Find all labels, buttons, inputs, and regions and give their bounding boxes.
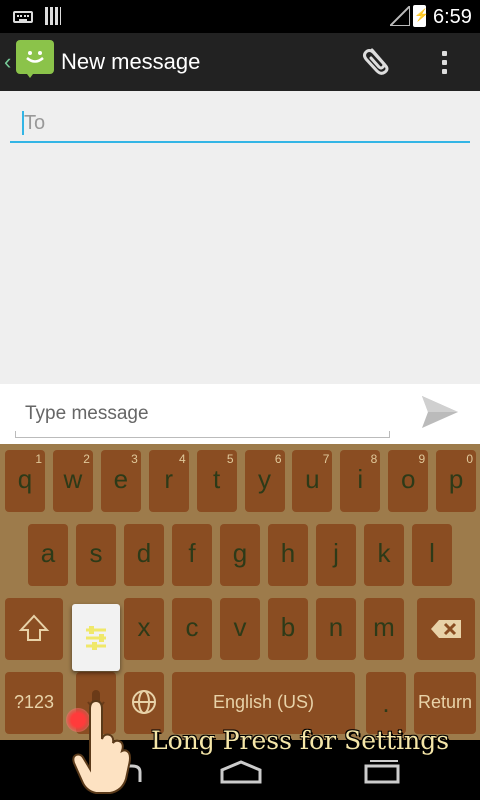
status-bar: 6:59 bbox=[0, 0, 480, 33]
key-s[interactable]: s bbox=[76, 524, 116, 586]
key-k-label: k bbox=[377, 538, 391, 568]
key-t-label: t bbox=[212, 464, 221, 494]
key-j-label: j bbox=[333, 538, 339, 568]
key-h[interactable]: h bbox=[268, 524, 308, 586]
symbols-key[interactable]: ?123 bbox=[5, 672, 63, 734]
key-c[interactable]: c bbox=[172, 598, 212, 660]
period-key[interactable]: . bbox=[366, 672, 406, 734]
key-k[interactable]: k bbox=[364, 524, 404, 586]
key-x[interactable]: x bbox=[124, 598, 164, 660]
key-q[interactable]: q1 bbox=[5, 450, 45, 512]
key-w-label: w bbox=[63, 464, 83, 494]
smiley-icon bbox=[26, 51, 44, 63]
key-j[interactable]: j bbox=[316, 524, 356, 586]
send-icon[interactable] bbox=[418, 392, 462, 432]
key-n-label: n bbox=[328, 612, 344, 642]
delete-key[interactable] bbox=[417, 598, 475, 660]
key-l-label: l bbox=[429, 538, 435, 568]
key-f[interactable]: f bbox=[172, 524, 212, 586]
keyboard-notification-icon bbox=[13, 11, 33, 23]
return-key-label: Return bbox=[417, 692, 473, 712]
key-o[interactable]: o9 bbox=[388, 450, 429, 512]
key-h-label: h bbox=[280, 538, 296, 568]
recipient-placeholder: To bbox=[24, 112, 46, 134]
key-g-label: g bbox=[232, 538, 248, 568]
space-key-label: English (US) bbox=[212, 692, 315, 712]
key-t-number-hint: 5 bbox=[226, 452, 234, 466]
key-y-label: y bbox=[258, 464, 271, 494]
barcode-notification-icon bbox=[45, 7, 61, 25]
key-i-label: i bbox=[357, 464, 364, 494]
key-y-number-hint: 6 bbox=[274, 452, 282, 466]
key-a[interactable]: a bbox=[28, 524, 68, 586]
key-d-label: d bbox=[136, 538, 152, 568]
nav-recents-icon[interactable] bbox=[362, 758, 402, 784]
key-r-label: r bbox=[164, 464, 174, 494]
key-o-label: o bbox=[400, 464, 416, 494]
attach-icon[interactable] bbox=[358, 44, 394, 80]
key-m[interactable]: m bbox=[364, 598, 404, 660]
key-u[interactable]: u7 bbox=[292, 450, 333, 512]
battery-icon bbox=[413, 5, 429, 27]
key-w[interactable]: w2 bbox=[52, 450, 93, 512]
key-u-label: u bbox=[305, 464, 320, 494]
key-i[interactable]: i8 bbox=[340, 450, 381, 512]
key-w-number-hint: 2 bbox=[83, 452, 90, 466]
shift-icon bbox=[18, 614, 50, 641]
pointing-hand-icon bbox=[72, 699, 131, 794]
overflow-menu-icon[interactable] bbox=[430, 43, 460, 81]
clock: 6:59 bbox=[433, 6, 472, 28]
page-title: New message bbox=[61, 49, 201, 74]
key-t[interactable]: t5 bbox=[196, 450, 237, 512]
action-bar: ‹ New message bbox=[0, 33, 480, 91]
soft-keyboard: q 1 w 2 e 3 r 4 t 5 y 6 u 7 i 8 o 9 p 0 a s d f g h j k l x c v b n m ?123 E… bbox=[0, 444, 480, 740]
key-y[interactable]: y6 bbox=[244, 450, 285, 512]
key-e-label: e bbox=[113, 464, 129, 494]
key-s-label: s bbox=[89, 538, 103, 568]
key-p[interactable]: p0 bbox=[436, 450, 477, 512]
space-key[interactable]: English (US) bbox=[172, 672, 355, 734]
key-c-label: c bbox=[185, 612, 199, 642]
key-e-number-hint: 3 bbox=[131, 452, 138, 466]
key-q-number-hint: 1 bbox=[35, 452, 42, 466]
recipient-field[interactable]: To bbox=[10, 103, 470, 143]
key-g[interactable]: g bbox=[220, 524, 260, 586]
symbols-key-label: ?123 bbox=[13, 692, 55, 712]
period-key-label: . bbox=[382, 688, 390, 718]
key-n[interactable]: n bbox=[316, 598, 356, 660]
key-u-number-hint: 7 bbox=[322, 452, 330, 466]
compose-area: To bbox=[0, 91, 480, 384]
key-r-number-hint: 4 bbox=[179, 452, 186, 466]
key-e[interactable]: e3 bbox=[100, 450, 141, 512]
message-row: Type message bbox=[0, 384, 480, 444]
key-o-number-hint: 9 bbox=[418, 452, 426, 466]
nav-home-icon[interactable] bbox=[218, 760, 264, 784]
message-placeholder: Type message bbox=[25, 403, 149, 424]
key-f-label: f bbox=[188, 538, 196, 568]
message-input[interactable]: Type message bbox=[15, 394, 390, 438]
key-b[interactable]: b bbox=[268, 598, 308, 660]
backspace-icon bbox=[431, 620, 461, 638]
back-chevron-icon[interactable]: ‹ bbox=[4, 49, 11, 75]
key-v-label: v bbox=[233, 612, 247, 642]
key-a-label: a bbox=[40, 538, 56, 568]
key-l[interactable]: l bbox=[412, 524, 452, 586]
key-p-number-hint: 0 bbox=[466, 452, 474, 466]
messaging-app-icon[interactable] bbox=[16, 40, 54, 78]
signal-icon bbox=[390, 6, 410, 26]
shift-key[interactable] bbox=[5, 598, 63, 660]
return-key[interactable]: Return bbox=[414, 672, 476, 734]
key-m-label: m bbox=[373, 612, 395, 642]
long-press-hint: Long Press for Settings bbox=[151, 726, 450, 755]
settings-key-popup[interactable] bbox=[72, 604, 120, 671]
key-r[interactable]: r4 bbox=[148, 450, 189, 512]
key-i-number-hint: 8 bbox=[370, 452, 378, 466]
key-b-label: b bbox=[280, 612, 296, 642]
settings-sliders-icon bbox=[86, 626, 106, 650]
key-q-label: q bbox=[17, 464, 33, 494]
key-d[interactable]: d bbox=[124, 524, 164, 586]
key-v[interactable]: v bbox=[220, 598, 260, 660]
key-x-label: x bbox=[137, 612, 151, 642]
key-p-label: p bbox=[448, 464, 464, 494]
